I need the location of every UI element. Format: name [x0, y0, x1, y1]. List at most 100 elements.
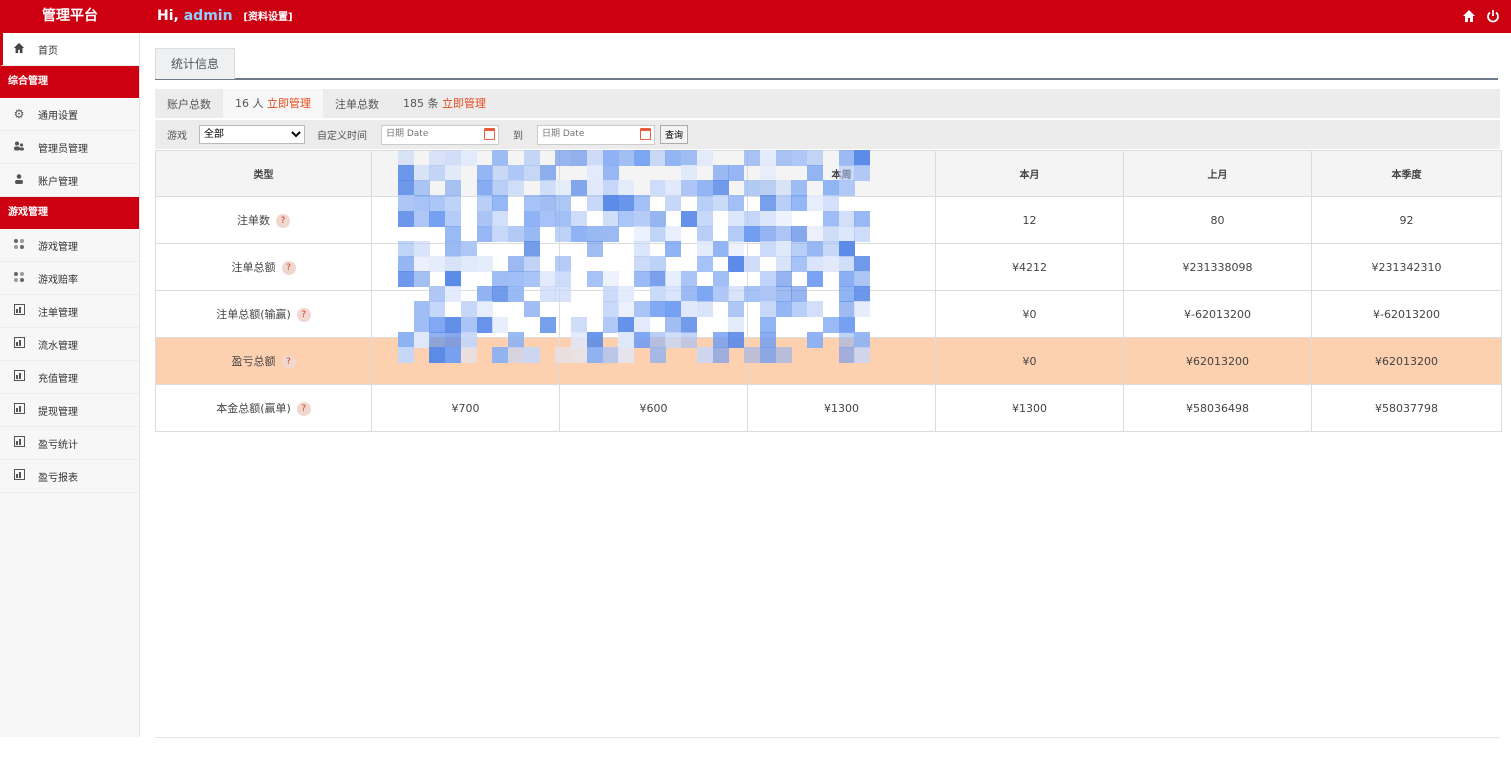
home-icon[interactable] [1461, 9, 1477, 25]
tab-statistics[interactable]: 统计信息 [155, 48, 235, 79]
row-label: 注单数 [237, 214, 270, 227]
table-cell [747, 243, 936, 291]
grid-icon [12, 238, 26, 252]
report-icon [12, 370, 26, 384]
bets-total-value: 185 条 立即管理 [391, 89, 498, 118]
table-cell [747, 196, 936, 244]
table-cell [747, 337, 936, 385]
sidebar-item-flow-management[interactable]: 流水管理 [0, 328, 139, 361]
start-date-input[interactable] [382, 125, 482, 142]
table-cell: ¥62013200 [1123, 337, 1312, 385]
sidebar-group-title: 游戏管理 [0, 197, 139, 229]
custom-time-label: 自定义时间 [317, 131, 367, 142]
footer-divider [155, 737, 1500, 738]
sidebar-item-admin-management[interactable]: 管理员管理 [0, 131, 139, 164]
home-icon [12, 42, 26, 56]
brand-title: 管理平台 [42, 8, 98, 24]
report-icon [12, 403, 26, 417]
power-icon[interactable] [1485, 9, 1501, 25]
help-icon[interactable]: ? [281, 261, 296, 275]
query-button[interactable]: 查询 [660, 125, 689, 144]
end-date-input[interactable] [538, 125, 638, 142]
sidebar-item-label: 提现管理 [38, 406, 78, 418]
row-label-cell: 盈亏总额? [155, 337, 372, 385]
sidebar-group-title: 综合管理 [0, 66, 139, 98]
table-row: 注单总额(输赢)? ¥0 ¥-62013200 ¥-62013200 [155, 290, 1502, 338]
bets-total-count: 185 条 [403, 97, 439, 110]
column-header: 本季度 [1311, 150, 1502, 197]
calendar-icon[interactable] [640, 127, 651, 140]
calendar-icon[interactable] [484, 127, 495, 140]
table-cell [371, 337, 560, 385]
sidebar-item-game-odds[interactable]: 游戏赔率 [0, 262, 139, 295]
row-label-cell: 注单总额(输赢)? [155, 290, 372, 338]
summary-bar: 账户总数 16 人 立即管理 注单总数 185 条 立即管理 [155, 89, 1500, 118]
greeting-text: Hi, [157, 8, 179, 24]
table-cell: ¥0 [935, 290, 1124, 338]
table-cell: 80 [1123, 196, 1312, 244]
sidebar-item-label: 首页 [38, 45, 58, 57]
username[interactable]: admin [184, 8, 233, 24]
table-cell: ¥4212 [935, 243, 1124, 291]
table-cell: ¥-62013200 [1311, 290, 1502, 338]
sidebar-item-home[interactable]: 首页 [0, 33, 139, 66]
profile-settings-link[interactable]: [资料设置] [243, 12, 292, 23]
report-icon [12, 337, 26, 351]
game-filter-label: 游戏 [167, 131, 187, 142]
help-icon[interactable]: ? [296, 308, 311, 322]
table-row: 本金总额(赢单)? ¥700 ¥600 ¥1300 ¥1300 ¥5803649… [155, 384, 1502, 432]
sidebar-item-label: 盈亏统计 [38, 439, 78, 451]
row-label: 注单总额 [231, 261, 276, 274]
table-cell [371, 196, 560, 244]
column-header: 本周 [747, 150, 936, 197]
accounts-total-label: 账户总数 [167, 97, 211, 111]
table-cell: ¥231342310 [1311, 243, 1502, 291]
sidebar-item-profit-report[interactable]: 盈亏报表 [0, 460, 139, 493]
filter-bar: 游戏 全部 自定义时间 到 查询 [155, 120, 1500, 149]
table-cell [559, 337, 748, 385]
table-cell: ¥62013200 [1311, 337, 1502, 385]
table-cell: ¥0 [935, 337, 1124, 385]
table-cell [559, 196, 748, 244]
report-icon [12, 469, 26, 483]
sidebar-item-recharge-management[interactable]: 充值管理 [0, 361, 139, 394]
sidebar-item-general-settings[interactable]: ⚙ 通用设置 [0, 98, 139, 131]
row-label-cell: 注单总额? [155, 243, 372, 291]
game-select[interactable]: 全部 [199, 125, 305, 144]
table-cell [371, 290, 560, 338]
start-date-field[interactable] [381, 124, 499, 145]
table-row-highlighted: 盈亏总额? ¥0 ¥62013200 ¥62013200 [155, 337, 1502, 385]
sidebar-item-profit-stats[interactable]: 盈亏统计 [0, 427, 139, 460]
sidebar-item-account-management[interactable]: 账户管理 [0, 164, 139, 197]
stats-table: 类型 本周 本月 上月 本季度 注单数? 12 80 92 注单总额? ¥421… [155, 150, 1502, 432]
greeting: Hi, admin [资料设置] [157, 0, 293, 33]
sidebar-item-label: 游戏赔率 [38, 274, 78, 286]
column-header: 本月 [935, 150, 1124, 197]
table-cell [747, 290, 936, 338]
sidebar-item-label: 管理员管理 [38, 143, 88, 155]
accounts-manage-link[interactable]: 立即管理 [267, 97, 311, 110]
sidebar-item-bet-management[interactable]: 注单管理 [0, 295, 139, 328]
gear-icon: ⚙ [13, 107, 25, 121]
top-bar: 管理平台 Hi, admin [资料设置] [0, 0, 1511, 33]
accounts-total-value: 16 人 立即管理 [223, 89, 323, 118]
column-header [559, 150, 748, 197]
column-header: 上月 [1123, 150, 1312, 197]
table-cell [371, 243, 560, 291]
table-cell: ¥58037798 [1311, 384, 1502, 432]
table-row: 注单总额? ¥4212 ¥231338098 ¥231342310 [155, 243, 1502, 291]
sidebar-item-label: 盈亏报表 [38, 472, 78, 484]
table-cell: ¥-62013200 [1123, 290, 1312, 338]
sidebar-item-withdraw-management[interactable]: 提现管理 [0, 394, 139, 427]
accounts-total-count: 16 人 [235, 97, 264, 110]
row-label: 盈亏总额 [231, 355, 276, 368]
sidebar-item-game-management[interactable]: 游戏管理 [0, 229, 139, 262]
row-label: 本金总额(赢单) [216, 402, 291, 415]
help-icon[interactable]: ? [296, 402, 311, 416]
help-icon[interactable]: ? [281, 355, 296, 369]
help-icon[interactable]: ? [276, 214, 290, 228]
bets-manage-link[interactable]: 立即管理 [442, 97, 486, 110]
end-date-field[interactable] [537, 124, 655, 145]
user-icon [12, 173, 26, 187]
table-cell: ¥1300 [747, 384, 936, 432]
